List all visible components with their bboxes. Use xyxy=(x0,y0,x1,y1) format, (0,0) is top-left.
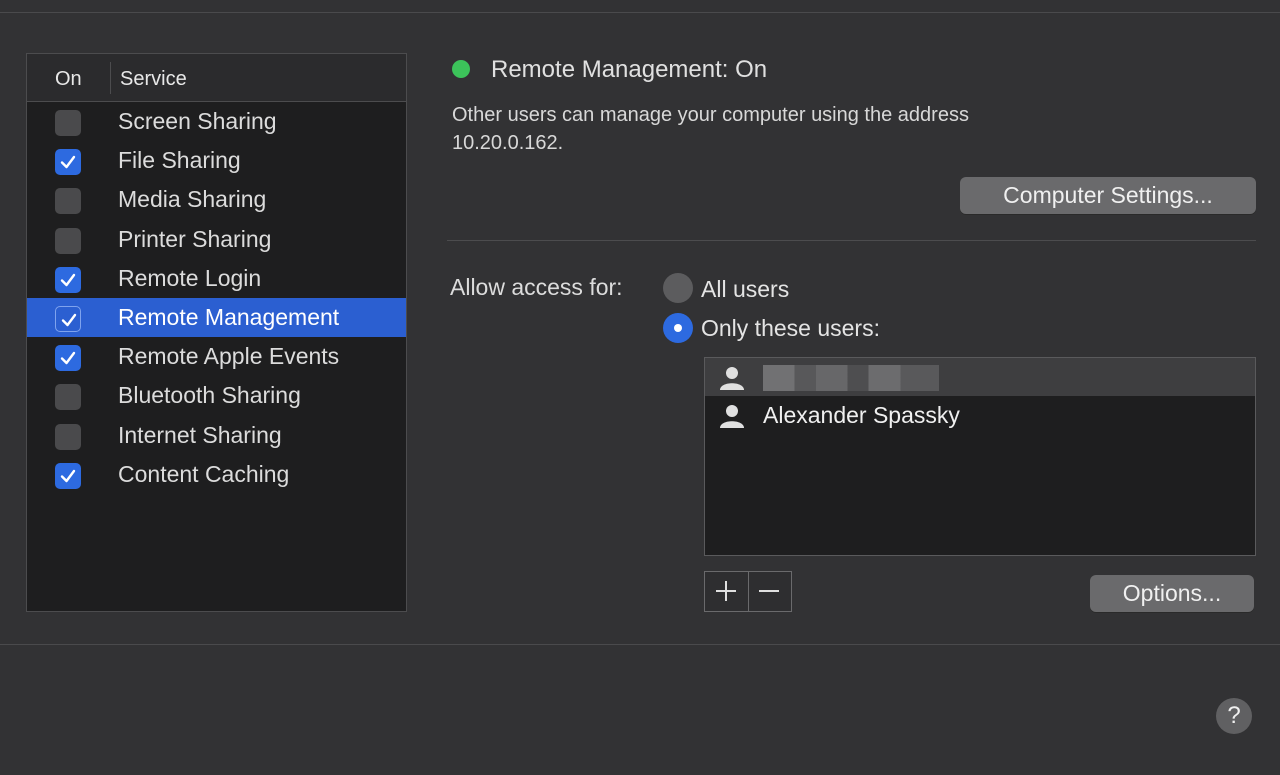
redacted-username xyxy=(763,365,939,391)
only-these-users-label[interactable]: Only these users: xyxy=(701,315,880,342)
help-button[interactable]: ? xyxy=(1216,698,1252,734)
service-checkbox[interactable] xyxy=(55,149,81,176)
service-label: File Sharing xyxy=(118,147,241,174)
allowed-users-list[interactable]: Alexander Spassky xyxy=(704,357,1256,556)
service-row[interactable]: Bluetooth Sharing xyxy=(27,376,406,415)
service-label: Bluetooth Sharing xyxy=(118,382,301,409)
checkmark-icon xyxy=(60,351,76,365)
table-header: On Service xyxy=(27,54,406,102)
checkmark-icon xyxy=(60,273,76,286)
status-title: Remote Management: On xyxy=(491,56,768,83)
all-users-label[interactable]: All users xyxy=(701,276,789,303)
service-row[interactable]: Remote Login xyxy=(27,259,406,298)
service-checkbox[interactable] xyxy=(55,110,81,136)
service-label: Remote Apple Events xyxy=(118,343,340,370)
service-label: Remote Management xyxy=(118,303,340,330)
service-checkbox[interactable] xyxy=(55,345,81,372)
bottom-divider xyxy=(0,644,1280,645)
remove-user-button[interactable] xyxy=(748,572,791,611)
checkmark-icon xyxy=(61,313,77,327)
minus-icon xyxy=(759,590,779,592)
allow-access-label: Allow access for: xyxy=(450,274,623,300)
service-checkbox[interactable] xyxy=(55,266,81,293)
all-users-radio[interactable] xyxy=(663,273,693,303)
user-list-item[interactable]: Alexander Spassky xyxy=(705,396,1255,434)
service-checkbox[interactable] xyxy=(55,462,81,489)
service-row[interactable]: Remote Apple Events xyxy=(27,337,406,376)
status-description: Other users can manage your computer usi… xyxy=(452,101,1092,157)
service-label: Screen Sharing xyxy=(118,108,277,134)
service-label: Remote Login xyxy=(118,264,262,291)
column-separator xyxy=(110,62,111,94)
description-line: Other users can manage your computer usi… xyxy=(452,104,969,126)
person-icon xyxy=(719,366,745,395)
service-row[interactable]: Screen Sharing xyxy=(27,102,406,141)
address-line: 10.20.0.162. xyxy=(452,132,564,154)
column-header-on[interactable]: On xyxy=(55,68,82,91)
service-checkbox[interactable] xyxy=(55,423,81,450)
checkmark-icon xyxy=(60,155,76,169)
only-these-users-radio[interactable] xyxy=(663,313,693,343)
column-header-service[interactable]: Service xyxy=(120,68,187,91)
person-icon xyxy=(719,404,745,433)
service-label: Content Caching xyxy=(118,460,290,487)
service-checkbox[interactable] xyxy=(55,188,81,215)
add-remove-buttons xyxy=(704,571,792,612)
service-rows: Screen Sharing File Sharing Media Sharing P… xyxy=(27,102,406,494)
services-table: On Service Screen Sharing File Sharing Med… xyxy=(26,53,407,612)
service-row[interactable]: Media Sharing xyxy=(27,180,406,219)
service-row[interactable]: Printer Sharing xyxy=(27,220,406,259)
service-row[interactable]: File Sharing xyxy=(27,141,406,180)
computer-settings-button[interactable]: Computer Settings... xyxy=(960,177,1256,214)
status-indicator-icon xyxy=(452,60,470,78)
service-row[interactable]: Remote Management xyxy=(27,297,406,338)
plus-icon xyxy=(716,581,736,601)
top-divider xyxy=(0,12,1280,13)
service-row[interactable]: Content Caching xyxy=(27,455,406,494)
user-list-item[interactable] xyxy=(705,358,1255,396)
service-label: Printer Sharing xyxy=(118,225,272,252)
checkmark-icon xyxy=(60,469,76,482)
service-label: Media Sharing xyxy=(118,186,267,213)
radio-selected-dot xyxy=(674,324,682,332)
add-user-button[interactable] xyxy=(705,572,749,611)
user-name: Alexander Spassky xyxy=(763,402,960,428)
service-row[interactable]: Internet Sharing xyxy=(27,416,406,455)
section-divider xyxy=(447,240,1256,241)
service-checkbox[interactable] xyxy=(55,384,81,411)
service-checkbox[interactable] xyxy=(55,227,81,254)
service-label: Internet Sharing xyxy=(118,421,282,448)
service-checkbox[interactable] xyxy=(55,305,81,332)
options-button[interactable]: Options... xyxy=(1090,575,1254,612)
